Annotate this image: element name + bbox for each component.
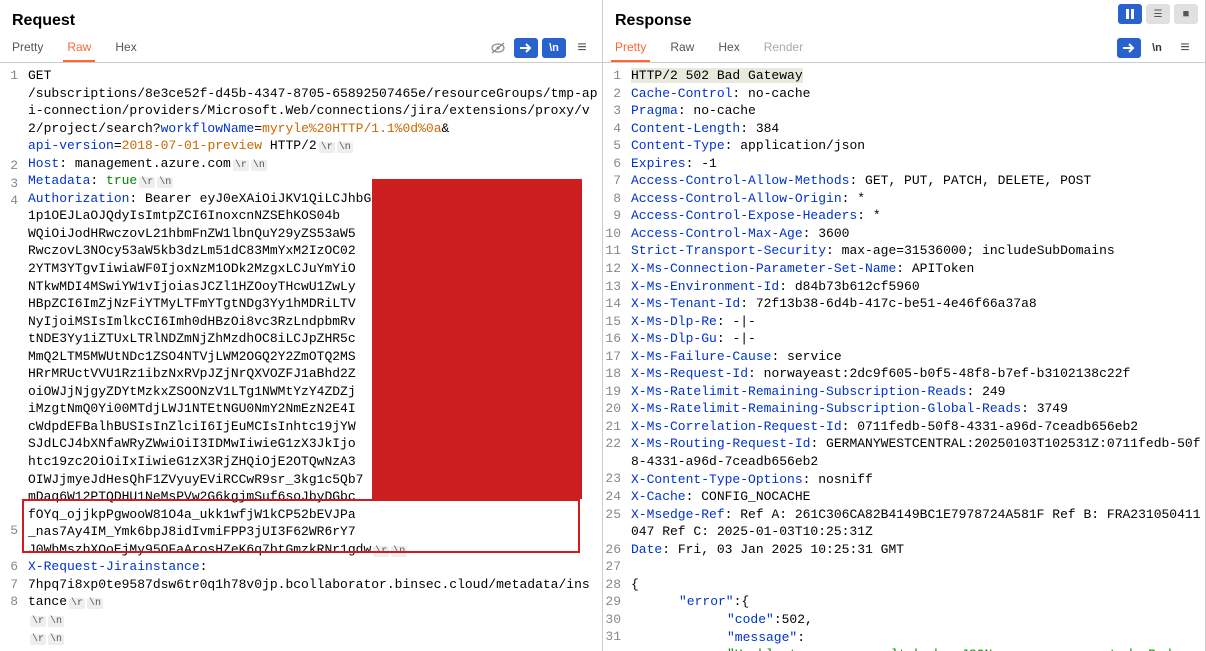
- top-controls: ☰ ■: [1118, 4, 1198, 24]
- response-tabs: Pretty Raw Hex Render \n ≡: [603, 34, 1205, 63]
- tab-hex[interactable]: Hex: [111, 34, 140, 62]
- menu-icon[interactable]: ≡: [570, 38, 594, 58]
- response-title: Response: [611, 4, 695, 34]
- request-title: Request: [8, 4, 79, 34]
- newline-icon[interactable]: \n: [542, 38, 566, 58]
- tab-pretty-resp[interactable]: Pretty: [611, 34, 650, 62]
- pause-button[interactable]: [1118, 4, 1142, 24]
- request-tabs: Pretty Raw Hex \n ≡: [0, 34, 602, 63]
- response-code[interactable]: 1234567891011121314151617181920212223242…: [603, 63, 1205, 651]
- equals-button[interactable]: ☰: [1146, 4, 1170, 24]
- request-code[interactable]: 1 2 3 4 5 6 7 8 GET /subscriptions/8e3ce…: [0, 63, 602, 651]
- request-content: GET /subscriptions/8e3ce52f-d45b-4347-87…: [24, 63, 602, 651]
- arrow-icon-resp[interactable]: [1117, 38, 1141, 58]
- request-gutter: 1 2 3 4 5 6 7 8: [0, 63, 24, 651]
- arrow-icon[interactable]: [514, 38, 538, 58]
- response-gutter: 1234567891011121314151617181920212223242…: [603, 63, 627, 651]
- tab-pretty[interactable]: Pretty: [8, 34, 47, 62]
- tab-render-resp[interactable]: Render: [760, 34, 807, 62]
- tab-raw-resp[interactable]: Raw: [666, 34, 698, 62]
- redaction-block: [372, 179, 582, 499]
- response-panel: ☰ ■ Response Pretty Raw Hex Render \n ≡ …: [603, 0, 1206, 651]
- request-panel: Request Pretty Raw Hex \n ≡ 1 2 3 4 5 6 …: [0, 0, 603, 651]
- newline-icon-resp[interactable]: \n: [1145, 38, 1169, 58]
- tab-raw[interactable]: Raw: [63, 34, 95, 62]
- tab-hex-resp[interactable]: Hex: [714, 34, 743, 62]
- menu-icon-resp[interactable]: ≡: [1173, 38, 1197, 58]
- response-content: HTTP/2 502 Bad Gateway Cache-Control: no…: [627, 63, 1205, 651]
- hide-icon[interactable]: [486, 38, 510, 58]
- block-button[interactable]: ■: [1174, 4, 1198, 24]
